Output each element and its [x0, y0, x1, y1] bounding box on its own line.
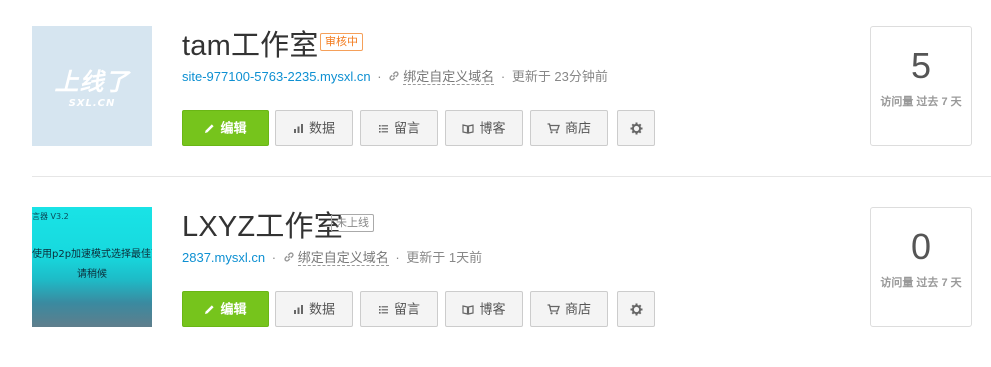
bind-custom-domain-link[interactable]: 绑定自定义域名	[297, 250, 389, 266]
visits-label: 访问量 过去 7 天	[880, 277, 962, 289]
settings-button[interactable]	[617, 110, 655, 146]
messages-button[interactable]: 留言	[360, 291, 438, 327]
edit-button-label: 编辑	[220, 301, 247, 317]
edit-button[interactable]: 编辑	[182, 110, 269, 146]
messages-button-label: 留言	[393, 120, 420, 136]
thumbnail-logo-subtext: SXL.CN	[68, 98, 116, 109]
messages-button[interactable]: 留言	[360, 110, 438, 146]
meta-separator: ·	[500, 69, 506, 84]
blog-button[interactable]: 博客	[445, 291, 523, 327]
shop-button[interactable]: 商店	[530, 110, 608, 146]
site-title[interactable]: LXYZ工作室	[182, 203, 343, 245]
site-card: 言器 V3.2 使用p2p加速模式选择最佳下载 请稍候 LXYZ工作室 未上线 …	[0, 189, 991, 349]
meta-separator: ·	[395, 250, 400, 265]
gear-icon	[630, 122, 642, 135]
site-domain-link[interactable]: 2837.mysxl.cn	[182, 250, 265, 265]
meta-separator: ·	[271, 250, 277, 265]
visits-stats: 5 访问量 过去 7 天	[870, 26, 972, 146]
thumbnail-waiting-text: 请稍候	[77, 269, 107, 280]
data-button-label: 数据	[308, 120, 335, 136]
shop-button[interactable]: 商店	[530, 291, 608, 327]
visits-count: 5	[910, 45, 932, 86]
link-icon	[284, 252, 294, 262]
book-icon	[462, 305, 475, 315]
data-button-label: 数据	[308, 301, 335, 317]
status-badge: 未上线	[331, 214, 374, 232]
edit-button[interactable]: 编辑	[182, 291, 269, 327]
settings-button[interactable]	[617, 291, 655, 327]
site-meta: site-977100-5763-2235.mysxl.cn · 绑定自定义域名…	[182, 68, 608, 86]
blog-button-label: 博客	[479, 120, 506, 136]
bind-custom-domain-link[interactable]: 绑定自定义域名	[403, 69, 495, 85]
status-badge: 审核中	[320, 33, 363, 51]
cart-icon	[547, 123, 560, 134]
edit-button-label: 编辑	[220, 120, 247, 136]
site-domain-link[interactable]: site-977100-5763-2235.mysxl.cn	[182, 69, 371, 84]
visits-count: 0	[910, 226, 932, 267]
shop-button-label: 商店	[564, 120, 591, 136]
site-thumbnail[interactable]: 上线了 SXL.CN	[32, 26, 152, 146]
bar-chart-icon	[293, 305, 303, 315]
thumbnail-version-text: 言器 V3.2	[32, 212, 69, 221]
list-icon	[378, 125, 388, 133]
meta-separator: ·	[377, 69, 382, 84]
book-icon	[462, 124, 475, 134]
shop-button-label: 商店	[564, 301, 591, 317]
updated-time: 更新于 1天前	[406, 250, 483, 265]
cart-icon	[547, 304, 560, 315]
pencil-icon	[205, 305, 215, 315]
updated-time: 更新于 23分钟前	[511, 69, 608, 84]
site-card: 上线了 SXL.CN tam工作室 审核中 site-977100-5763-2…	[0, 8, 991, 168]
pencil-icon	[205, 124, 215, 134]
data-button[interactable]: 数据	[275, 291, 353, 327]
site-meta: 2837.mysxl.cn · 绑定自定义域名 · 更新于 1天前	[182, 249, 482, 267]
list-icon	[378, 306, 388, 314]
site-title[interactable]: tam工作室	[182, 22, 319, 64]
visits-stats: 0 访问量 过去 7 天	[870, 207, 972, 327]
gear-icon	[630, 303, 642, 316]
bar-chart-icon	[293, 124, 303, 134]
site-thumbnail[interactable]: 言器 V3.2 使用p2p加速模式选择最佳下载 请稍候	[32, 207, 152, 327]
data-button[interactable]: 数据	[275, 110, 353, 146]
thumbnail-caption: 使用p2p加速模式选择最佳下载	[32, 249, 152, 260]
link-icon	[389, 71, 399, 81]
messages-button-label: 留言	[393, 301, 420, 317]
thumbnail-logo-text: 上线了	[54, 68, 130, 96]
blog-button-label: 博客	[479, 301, 506, 317]
row-divider	[32, 176, 991, 177]
visits-label: 访问量 过去 7 天	[880, 96, 962, 108]
blog-button[interactable]: 博客	[445, 110, 523, 146]
